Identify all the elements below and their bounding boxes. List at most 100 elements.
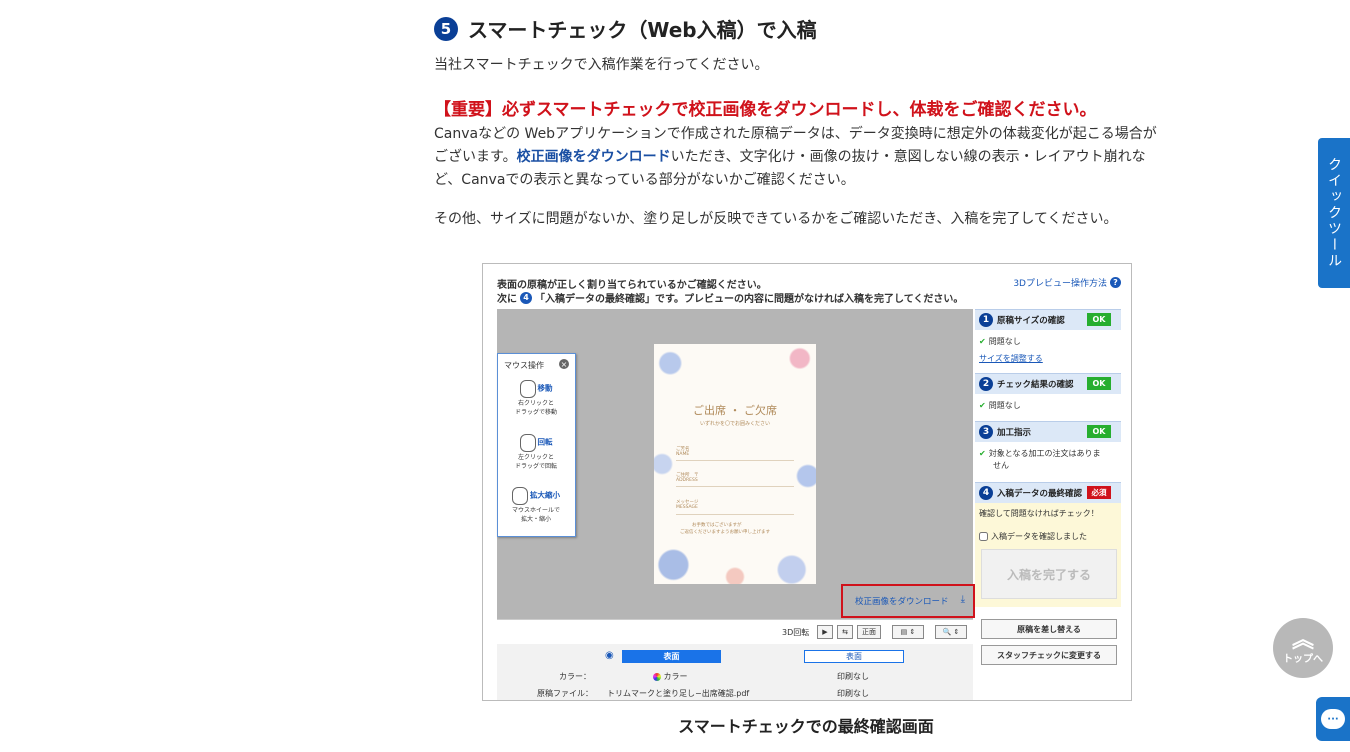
sec-3-status-line-2: せん bbox=[993, 461, 1009, 470]
tab-front-active[interactable]: 表面 bbox=[622, 650, 721, 663]
chat-button[interactable]: ··· bbox=[1316, 697, 1350, 741]
double-chevron-up-icon: ︽ bbox=[1291, 627, 1314, 653]
paragraph-1-line-2: ございます。校正画像をダウンロードいただき、文字化け・画像の抜け・意図しない線の… bbox=[434, 146, 1194, 169]
invitation-card-preview: ご出席 ・ ご欠席 いずれかを〇でお囲みください ご芳名 NAME ご住所 〒 … bbox=[654, 344, 816, 584]
color-label: カラー： bbox=[559, 672, 591, 681]
sec-1-title: 原稿サイズの確認 bbox=[997, 316, 1065, 326]
preview-help-label: 3Dプレビュー操作方法 bbox=[1013, 279, 1107, 289]
mouse-zoom-desc-2: 拡大・縮小 bbox=[520, 516, 551, 523]
replace-file-button[interactable]: 原稿を差し替える bbox=[981, 619, 1117, 639]
sec-4-title: 入稿データの最終確認 bbox=[997, 489, 1083, 499]
sec-2-status-text: 問題なし bbox=[988, 401, 1021, 410]
preview-toolbar: 3D回転 ▶ ⇆ 正面 ▤ ⇕ 🔍 ⇕ bbox=[497, 619, 973, 645]
download-proof-button[interactable]: 校正画像をダウンロード ⤓ bbox=[841, 584, 975, 618]
mouse-rotate-desc-1: 左クリックと bbox=[517, 454, 554, 461]
preview-help-link[interactable]: 3Dプレビュー操作方法 ? bbox=[1013, 276, 1121, 289]
mouse-move-desc-1: 右クリックと bbox=[517, 400, 554, 407]
section-heading: 5 スマートチェック（Web入稿）で入稿 bbox=[434, 14, 817, 43]
card-address-en: ADDRESS bbox=[676, 478, 698, 483]
eye-icon: ◉ bbox=[605, 650, 614, 661]
card-divider bbox=[676, 460, 794, 461]
back-to-top-label: トップへ bbox=[1283, 653, 1323, 665]
mouse-icon bbox=[512, 487, 529, 505]
mouse-move-item: 移動 右クリックと ドラッグで移動 bbox=[502, 380, 570, 416]
color-value: カラー bbox=[653, 671, 688, 682]
flip-button[interactable]: ⇆ bbox=[837, 625, 853, 639]
check-icon: ✔ bbox=[979, 401, 986, 410]
figure-caption: スマートチェックでの最終確認画面 bbox=[678, 717, 934, 736]
card-note-2: ご返信くださいますようお願い申し上げます bbox=[680, 530, 770, 535]
download-proof-link[interactable]: 校正画像をダウンロード bbox=[517, 149, 671, 165]
play-button[interactable]: ▶ bbox=[817, 625, 833, 639]
close-icon[interactable]: × bbox=[559, 359, 569, 369]
sec-3-badge: 3 bbox=[979, 425, 993, 439]
shot-instruction-2-post: 「入稿データの最終確認」です。プレビューの内容に問題がなければ入稿を完了してくだ… bbox=[535, 294, 964, 305]
check-icon: ✔ bbox=[979, 449, 986, 458]
card-note-1: お手数ではございますが bbox=[692, 523, 742, 528]
mouse-controls-panel: マウス操作 × 移動 右クリックと ドラッグで移動 回転 左クリックと ドラッグ… bbox=[497, 353, 576, 537]
step-number-badge: 5 bbox=[434, 16, 458, 41]
sec-2-status: ✔ 問題なし bbox=[979, 400, 1021, 411]
help-icon: ? bbox=[1110, 277, 1121, 288]
section-final-check: 4 入稿データの最終確認 必須 bbox=[975, 482, 1121, 503]
download-proof-label: 校正画像をダウンロード bbox=[855, 597, 949, 607]
step-4-badge: 4 bbox=[520, 291, 532, 304]
check-icon: ✔ bbox=[979, 337, 986, 346]
mouse-zoom-desc-1: マウスホイールで bbox=[511, 507, 560, 514]
quick-tool-tab[interactable]: クイックツール bbox=[1318, 138, 1350, 288]
shot-instruction-2-pre: 次に bbox=[497, 294, 517, 305]
tab-front-inactive[interactable]: 表面 bbox=[804, 650, 904, 663]
preview-info-panel: ◉ 表面 表面 カラー： カラー 印刷なし 原稿ファイル： トリムマークと塗り足… bbox=[497, 644, 973, 700]
preview-canvas[interactable]: マウス操作 × 移動 右クリックと ドラッグで移動 回転 左クリックと ドラッグ… bbox=[497, 309, 975, 619]
shot-instruction-1: 表面の原稿が正しく割り当てられているかご確認ください。 bbox=[497, 280, 767, 291]
card-name-en: NAME bbox=[676, 452, 690, 457]
section-check-result: 2 チェック結果の確認 OK bbox=[975, 373, 1121, 394]
card-divider bbox=[676, 486, 794, 487]
back-to-top-button[interactable]: ︽ トップへ bbox=[1273, 618, 1333, 678]
check-sidebar: 1 原稿サイズの確認 OK ✔ 問題なし サイズを調整する 2 チェック結果の確認… bbox=[975, 309, 1121, 700]
card-subtitle: いずれかを〇でお囲みください bbox=[699, 421, 770, 427]
card-message-en: MESSAGE bbox=[676, 505, 698, 510]
mouse-icon bbox=[519, 434, 536, 452]
file-right-value: 印刷なし bbox=[837, 689, 869, 698]
confirm-checkbox[interactable] bbox=[979, 532, 988, 541]
smartcheck-screenshot: 表面の原稿が正しく割り当てられているかご確認ください。 次に 4 「入稿データの… bbox=[482, 263, 1132, 701]
paragraph-2: その他、サイズに問題がないか、塗り足しが反映できているかをご確認いただき、入稿を… bbox=[434, 211, 1118, 227]
final-check-prompt: 確認して問題なければチェック！ bbox=[979, 509, 1099, 518]
zoom-select[interactable]: 🔍 ⇕ bbox=[935, 625, 967, 639]
shot-instruction-2: 次に 4 「入稿データの最終確認」です。プレビューの内容に問題がなければ入稿を完… bbox=[497, 290, 963, 305]
paragraph-1-line-2-post: いただき、文字化け・画像の抜け・意図しない線の表示・レイアウト崩れな bbox=[670, 149, 1146, 165]
section-processing: 3 加工指示 OK bbox=[975, 421, 1121, 442]
adjust-size-link[interactable]: サイズを調整する bbox=[979, 353, 1043, 364]
mouse-rotate-item: 回転 左クリックと ドラッグで回転 bbox=[502, 434, 570, 470]
card-divider bbox=[676, 514, 794, 515]
file-label: 原稿ファイル： bbox=[537, 689, 593, 698]
rotate-3d-label: 3D回転 bbox=[782, 628, 810, 637]
chat-icon: ··· bbox=[1321, 709, 1345, 729]
section-title: スマートチェック（Web入稿）で入稿 bbox=[468, 18, 817, 42]
front-view-button[interactable]: 正面 bbox=[857, 625, 881, 639]
complete-submission-button[interactable]: 入稿を完了する bbox=[981, 549, 1117, 599]
warning-text: 【重要】必ずスマートチェックで校正画像をダウンロードし、体裁をご確認ください。 bbox=[434, 100, 1097, 120]
intro-text: 当社スマートチェックで入稿作業を行ってください。 bbox=[434, 57, 769, 73]
ok-badge: OK bbox=[1087, 313, 1111, 326]
mouse-rotate-desc-2: ドラッグで回転 bbox=[514, 463, 557, 470]
staff-check-button[interactable]: スタッフチェックに変更する bbox=[981, 645, 1117, 665]
ok-badge: OK bbox=[1087, 377, 1111, 390]
sec-2-title: チェック結果の確認 bbox=[997, 380, 1074, 390]
sec-3-title: 加工指示 bbox=[997, 428, 1032, 438]
mouse-zoom-item: 拡大縮小 マウスホイールで 拡大・縮小 bbox=[502, 487, 570, 523]
confirm-checkbox-row[interactable]: 入稿データを確認しました bbox=[979, 531, 1087, 542]
sec-4-badge: 4 bbox=[979, 486, 993, 500]
color-wheel-icon bbox=[653, 672, 661, 681]
mouse-icon bbox=[519, 380, 536, 398]
sec-1-status: ✔ 問題なし bbox=[979, 336, 1021, 347]
view-select[interactable]: ▤ ⇕ bbox=[892, 625, 924, 639]
paragraph-1: Canvaなどの Webアプリケーションで作成された原稿データは、データ変換時に… bbox=[434, 123, 1194, 192]
paragraph-1-line-3: ど、Canvaでの表示と異なっている部分がないかご確認ください。 bbox=[434, 172, 855, 188]
final-check-area: 確認して問題なければチェック！ 入稿データを確認しました 入稿を完了する bbox=[975, 503, 1121, 607]
color-right-value: 印刷なし bbox=[837, 672, 869, 681]
required-badge: 必須 bbox=[1087, 486, 1111, 499]
confirm-checkbox-label: 入稿データを確認しました bbox=[991, 532, 1087, 541]
paragraph-1-line-2-pre: ございます。 bbox=[434, 149, 517, 165]
